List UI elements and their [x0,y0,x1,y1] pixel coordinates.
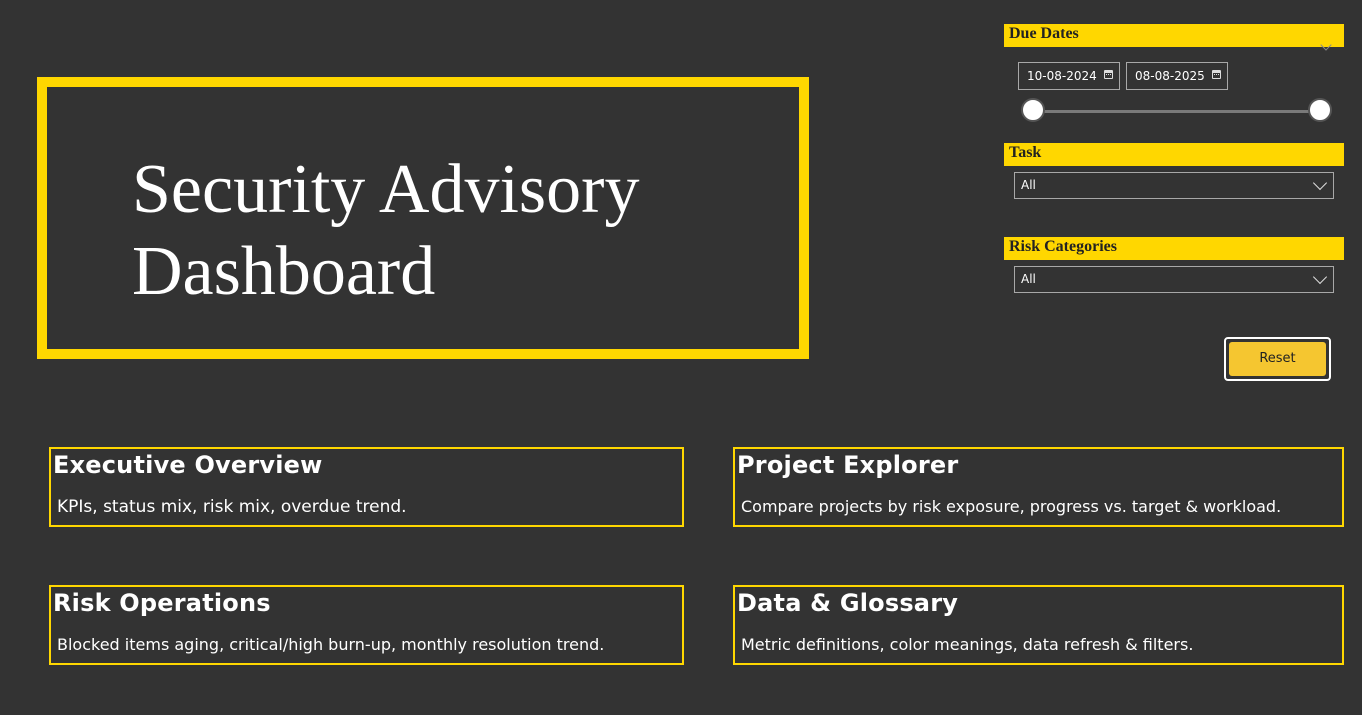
nav-card-title: Risk Operations [53,589,271,617]
page-title-line1: Security Advisory [132,151,640,228]
chevron-down-icon[interactable] [1320,39,1332,51]
calendar-icon[interactable] [1212,70,1221,79]
nav-card-description: Compare projects by risk exposure, progr… [741,497,1282,516]
due-dates-label: Due Dates [1009,25,1079,42]
page-title-line2: Dashboard [132,233,436,310]
task-label: Task [1009,144,1042,161]
task-selected-value: All [1021,178,1036,192]
page-title: Security Advisory Dashboard [132,149,639,313]
risk-categories-selected-value: All [1021,272,1036,286]
nav-card-title: Project Explorer [737,451,959,479]
nav-card-project-explorer[interactable]: Project Explorer Compare projects by ris… [733,447,1344,527]
chevron-down-icon [1312,175,1328,191]
nav-card-risk-operations[interactable]: Risk Operations Blocked items aging, cri… [49,585,684,665]
risk-categories-header: Risk Categories [1004,237,1344,260]
end-date-handle[interactable] [1308,98,1332,122]
nav-card-title: Data & Glossary [737,589,959,617]
nav-card-description: Metric definitions, color meanings, data… [741,635,1194,654]
nav-card-title: Executive Overview [53,451,323,479]
task-dropdown[interactable]: All [1014,172,1334,199]
chevron-down-icon [1312,269,1328,285]
start-date-value: 10-08-2024 [1027,69,1097,83]
end-date-input[interactable]: 08-08-2025 [1126,62,1228,90]
start-date-input[interactable]: 10-08-2024 [1018,62,1120,90]
nav-card-description: Blocked items aging, critical/high burn-… [57,635,605,654]
end-date-value: 08-08-2025 [1135,69,1205,83]
reset-button[interactable]: Reset [1229,342,1326,376]
nav-card-executive-overview[interactable]: Executive Overview KPIs, status mix, ris… [49,447,684,527]
nav-card-description: KPIs, status mix, risk mix, overdue tren… [57,497,407,517]
due-dates-header: Due Dates [1004,24,1344,51]
risk-categories-dropdown[interactable]: All [1014,266,1334,293]
date-range-track[interactable] [1034,110,1321,113]
start-date-handle[interactable] [1021,98,1045,122]
risk-categories-label: Risk Categories [1009,238,1117,255]
nav-card-data-glossary[interactable]: Data & Glossary Metric definitions, colo… [733,585,1344,665]
reset-button-frame: Reset [1224,337,1331,381]
task-header: Task [1004,143,1344,166]
title-frame: Security Advisory Dashboard [37,77,809,359]
calendar-icon[interactable] [1104,70,1113,79]
